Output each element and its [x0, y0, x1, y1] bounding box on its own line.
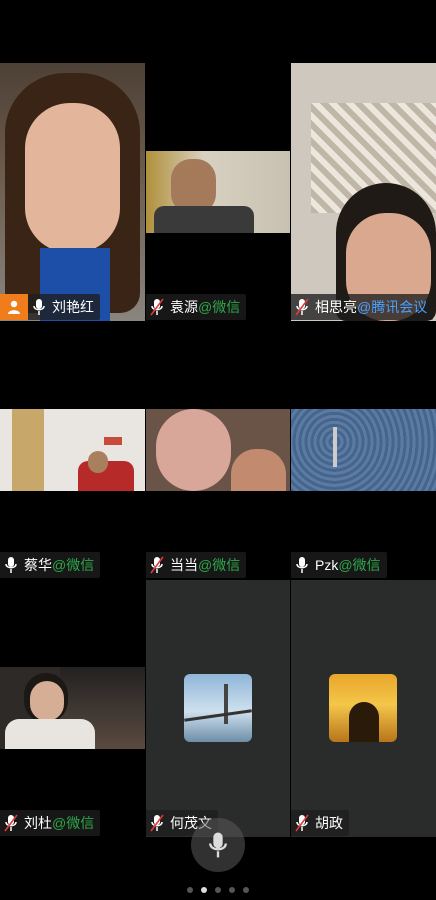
participant-name: 当当	[170, 557, 198, 573]
page-dot[interactable]	[229, 887, 235, 893]
person-face	[231, 449, 286, 491]
microphone-icon	[4, 556, 18, 574]
participant-tile[interactable]: 相思亮 @腾讯会议	[291, 63, 436, 321]
host-badge	[0, 294, 28, 320]
participant-video	[0, 409, 145, 491]
participant-label: 胡政	[291, 810, 349, 836]
microphone-icon	[295, 556, 309, 574]
silhouette	[349, 702, 379, 742]
person-face	[88, 451, 108, 473]
participant-source: @微信	[338, 557, 381, 573]
participant-label: 刘艳红	[28, 294, 100, 320]
avatar	[329, 674, 397, 742]
host-person-icon	[8, 300, 20, 314]
participant-label: 刘杜 @微信	[0, 810, 101, 836]
person-body	[154, 206, 254, 233]
participant-name: 袁源	[170, 299, 198, 315]
participant-tile[interactable]: Pzk @微信	[291, 322, 436, 579]
finger-blur	[156, 409, 231, 491]
microphone-muted-icon	[295, 814, 309, 832]
microphone-muted-icon	[150, 298, 164, 316]
participant-source: @微信	[52, 557, 95, 573]
participant-video	[291, 63, 436, 321]
microphone-muted-icon	[295, 298, 309, 316]
page-dot[interactable]	[215, 887, 221, 893]
microphone-muted-icon	[4, 814, 18, 832]
participant-source: @腾讯会议	[357, 299, 428, 315]
microphone-icon	[209, 832, 227, 858]
participant-tile[interactable]: 刘杜 @微信	[0, 580, 145, 837]
zipper	[333, 427, 337, 467]
participant-label: 相思亮 @腾讯会议	[291, 294, 434, 320]
participant-tile[interactable]: 刘艳红	[0, 63, 145, 321]
person-body	[5, 719, 95, 749]
participant-label: Pzk @微信	[291, 552, 387, 578]
participant-name: 相思亮	[315, 299, 357, 315]
participant-label: 蔡华 @微信	[0, 552, 101, 578]
participant-name: 蔡华	[24, 557, 52, 573]
page-dot[interactable]	[243, 887, 249, 893]
participant-source: @微信	[198, 557, 241, 573]
microphone-icon	[32, 298, 46, 316]
microphone-muted-icon	[150, 556, 164, 574]
person-face	[25, 103, 120, 253]
door-frame	[12, 409, 44, 491]
mute-toggle-button[interactable]	[191, 818, 245, 872]
participant-name: 刘艳红	[52, 299, 94, 315]
participant-tile[interactable]: 袁源 @微信	[146, 63, 290, 321]
participant-video	[146, 151, 290, 233]
participant-tile[interactable]: 蔡华 @微信	[0, 322, 145, 579]
participant-tile[interactable]: 胡政	[291, 580, 436, 837]
fleece-texture	[291, 409, 436, 491]
participant-tile[interactable]: 何茂文	[146, 580, 290, 837]
participant-tile[interactable]: 当当 @微信	[146, 322, 290, 579]
page-indicator	[0, 887, 436, 893]
microphone-muted-icon	[150, 814, 164, 832]
participant-name: 刘杜	[24, 815, 52, 831]
page-dot-active[interactable]	[201, 887, 207, 893]
participant-source: @微信	[198, 299, 241, 315]
participant-video	[0, 63, 145, 321]
participant-source: @微信	[52, 815, 95, 831]
bridge-deck	[184, 709, 252, 722]
participant-label: 袁源 @微信	[146, 294, 247, 320]
participant-video	[146, 409, 290, 491]
participant-video	[0, 667, 145, 749]
participant-video	[291, 409, 436, 491]
avatar	[184, 674, 252, 742]
person-face	[30, 681, 64, 721]
page-dot[interactable]	[187, 887, 193, 893]
participant-name: 胡政	[315, 815, 343, 831]
bridge-tower	[224, 684, 228, 724]
participant-name: Pzk	[315, 557, 339, 573]
wall-sign	[104, 437, 122, 445]
participant-label: 当当 @微信	[146, 552, 247, 578]
